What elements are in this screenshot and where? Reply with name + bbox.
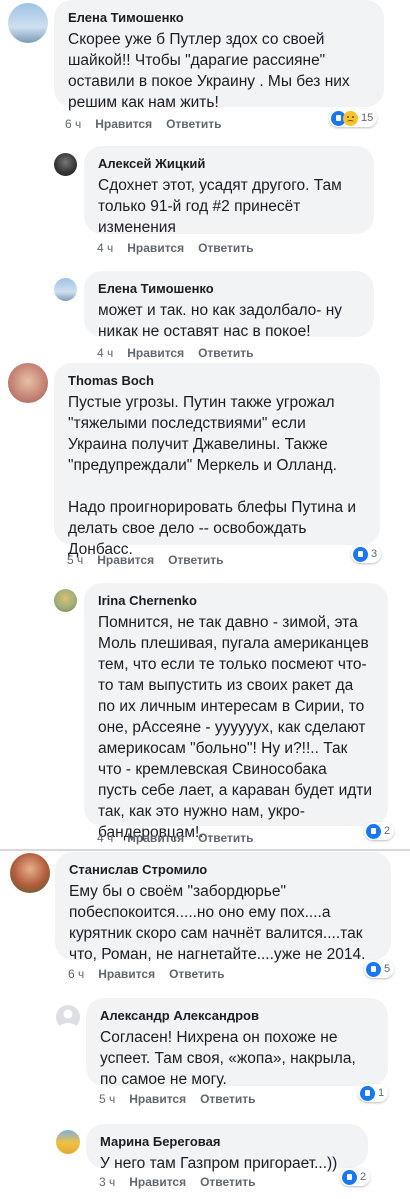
comment-bubble: Елена Тимошенко Скорее уже б Путлер здох… — [54, 0, 384, 111]
author-name[interactable]: Irina Chernenko — [98, 593, 374, 608]
like-button[interactable]: Нравится — [97, 553, 154, 567]
comment-text: Сдохнет этот, усадят другого. Там только… — [98, 177, 342, 236]
reactions-badge[interactable]: 2 — [340, 1168, 371, 1186]
comment-actions: 4 ч Нравится Ответить — [97, 831, 254, 845]
author-name[interactable]: Алексей Жицкий — [98, 156, 360, 171]
comment-actions: 3 ч Нравится Ответить — [99, 1175, 256, 1189]
reply-button[interactable]: Ответить — [166, 117, 221, 131]
reactions-badge[interactable]: 15 — [329, 109, 378, 127]
timestamp[interactable]: 5 ч — [67, 553, 83, 567]
reactions-badge[interactable]: 5 — [364, 960, 395, 978]
timestamp[interactable]: 4 ч — [97, 241, 113, 255]
comment-bubble: Алексей Жицкий Сдохнет этот, усадят друг… — [84, 146, 374, 236]
comment-actions: 4 ч Нравится Ответить — [97, 241, 254, 255]
comment-text: Согласен! Нихрена он похоже не успеет. Т… — [100, 1029, 356, 1088]
comment-actions: 5 ч Нравится Ответить — [67, 553, 224, 567]
like-button[interactable]: Нравится — [127, 241, 184, 255]
like-icon — [353, 546, 368, 562]
comment-actions: 4 ч Нравится Ответить — [97, 346, 254, 360]
timestamp[interactable]: 3 ч — [99, 1175, 115, 1189]
avatar[interactable] — [54, 153, 77, 176]
reply-button[interactable]: Ответить — [200, 1175, 255, 1189]
reaction-count: 3 — [371, 548, 378, 560]
like-icon — [360, 1085, 375, 1101]
comment-actions: 6 ч Нравится Ответить — [65, 117, 222, 131]
timestamp[interactable]: 5 ч — [99, 1092, 115, 1106]
section-divider — [0, 849, 410, 851]
reply-button[interactable]: Ответить — [198, 241, 253, 255]
avatar[interactable] — [56, 1130, 80, 1154]
default-user-icon — [59, 1009, 77, 1029]
reaction-count: 2 — [384, 825, 391, 837]
avatar[interactable] — [54, 589, 77, 612]
timestamp[interactable]: 6 ч — [68, 967, 84, 981]
reply-button[interactable]: Ответить — [198, 831, 253, 845]
like-icon — [366, 961, 381, 977]
comment-text: может и так. но как задолбало- ну никак … — [98, 302, 343, 340]
reaction-count: 5 — [384, 963, 391, 975]
author-name[interactable]: Елена Тимошенко — [98, 281, 360, 296]
comment-bubble: Станислав Стромило Ему бы о своём "забор… — [55, 852, 391, 963]
comment-bubble: Марина Береговая У него там Газпром приг… — [86, 1124, 368, 1172]
avatar[interactable] — [54, 278, 77, 301]
author-name[interactable]: Станислав Стромило — [69, 862, 377, 877]
reply-button[interactable]: Ответить — [198, 346, 253, 360]
reactions-badge[interactable]: 1 — [358, 1084, 389, 1102]
avatar[interactable] — [56, 1005, 80, 1029]
reply-button[interactable]: Ответить — [200, 1092, 255, 1106]
avatar[interactable] — [10, 853, 50, 893]
like-button[interactable]: Нравится — [129, 1175, 186, 1189]
like-button[interactable]: Нравится — [98, 967, 155, 981]
reactions-badge[interactable]: 3 — [351, 545, 382, 563]
reaction-count: 2 — [360, 1171, 367, 1183]
like-button[interactable]: Нравится — [127, 831, 184, 845]
comment-text: Скорее уже б Путлер здох со своей шайкой… — [68, 31, 350, 111]
reply-button[interactable]: Ответить — [168, 553, 223, 567]
timestamp[interactable]: 6 ч — [65, 117, 81, 131]
reactions-badge[interactable]: 2 — [364, 822, 395, 840]
comment-bubble: Irina Chernenko Помнится, не так давно -… — [84, 583, 388, 841]
avatar[interactable] — [8, 3, 48, 43]
timestamp[interactable]: 4 ч — [97, 346, 113, 360]
like-button[interactable]: Нравится — [95, 117, 152, 131]
reaction-count: 15 — [361, 112, 374, 124]
like-icon — [342, 1169, 357, 1185]
comment-text: Ему бы о своём "забордюрье" побеспокоитс… — [69, 883, 366, 963]
like-icon — [366, 823, 381, 839]
like-button[interactable]: Нравится — [127, 346, 184, 360]
timestamp[interactable]: 4 ч — [97, 831, 113, 845]
comment-actions: 6 ч Нравится Ответить — [68, 967, 225, 981]
avatar[interactable] — [8, 363, 48, 403]
comment-bubble: Александр Александров Согласен! Нихрена … — [86, 998, 388, 1088]
reply-button[interactable]: Ответить — [169, 967, 224, 981]
comment-text: У него там Газпром пригорает...)) — [100, 1155, 338, 1172]
author-name[interactable]: Thomas Boch — [68, 373, 366, 388]
author-name[interactable]: Александр Александров — [100, 1008, 374, 1023]
comment-text: Помнится, не так давно - зимой, эта Моль… — [98, 614, 373, 841]
reaction-count: 1 — [378, 1087, 385, 1099]
comment-bubble: Елена Тимошенко может и так. но как задо… — [84, 271, 374, 340]
author-name[interactable]: Марина Береговая — [100, 1134, 354, 1149]
sad-icon — [343, 110, 358, 126]
comment-text: Пустые угрозы. Путин также угрожал "тяже… — [68, 394, 357, 558]
author-name[interactable]: Елена Тимошенко — [68, 10, 370, 25]
comment-bubble: Thomas Boch Пустые угрозы. Путин также у… — [54, 363, 380, 558]
like-button[interactable]: Нравится — [129, 1092, 186, 1106]
comment-actions: 5 ч Нравится Ответить — [99, 1092, 256, 1106]
